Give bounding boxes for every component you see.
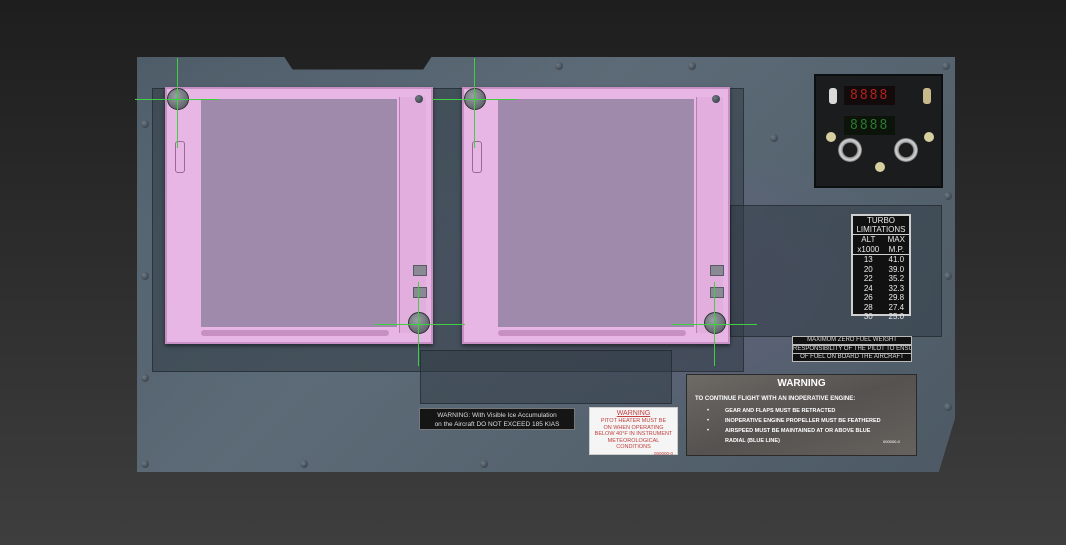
screw xyxy=(141,460,149,468)
right-mfd-button-1[interactable] xyxy=(710,265,724,276)
engine-warning-subtitle: TO CONTINUE FLIGHT WITH AN INOPERATIVE E… xyxy=(695,396,856,402)
indicator-light xyxy=(875,162,885,172)
screw xyxy=(300,460,308,468)
bullet: • xyxy=(707,428,710,434)
guide-line xyxy=(714,282,715,366)
pitot-title: WARNING xyxy=(616,410,651,417)
left-mfd[interactable] xyxy=(165,87,433,344)
screw xyxy=(944,192,952,200)
turbo-mp: 27.4 xyxy=(888,302,905,312)
engine-warning-title: WARNING xyxy=(777,378,826,389)
pitot-line: BELOW 40°F IN INSTRUMENT xyxy=(594,431,673,437)
toggle-switch-right[interactable] xyxy=(923,88,931,104)
indicator-light xyxy=(826,132,836,142)
screw xyxy=(942,62,950,70)
turbo-title: TURBO xyxy=(867,216,895,225)
fuel-placard-strip: OF FUEL ON BOARD THE AIRCRAFT xyxy=(792,353,912,362)
left-mfd-bottom-bar xyxy=(201,330,389,336)
turbo-mp: 32.3 xyxy=(888,283,905,293)
bottom-digital-readout: 8888 xyxy=(844,116,896,135)
engine-warning-placard: WARNING TO CONTINUE FLIGHT WITH AN INOPE… xyxy=(686,374,917,456)
engine-warning-code: 000000-0 xyxy=(883,439,900,444)
ice-warning-line2: on the Aircraft DO NOT EXCEED 185 KIAS xyxy=(434,421,560,428)
bullet: • xyxy=(707,418,710,424)
turbo-alt: 13 xyxy=(863,255,873,264)
guide-line xyxy=(375,324,465,325)
engine-warning-item: RADIAL (BLUE LINE) xyxy=(725,438,780,444)
screw xyxy=(141,120,149,128)
guide-line xyxy=(177,58,178,148)
screw xyxy=(555,62,563,70)
turbo-col2-head: MAX xyxy=(887,235,905,244)
indicator-light xyxy=(924,132,934,142)
left-mfd-button-1[interactable] xyxy=(413,265,427,276)
turbo-alt: 28 xyxy=(863,302,873,312)
mfd-mount-knob[interactable] xyxy=(704,312,726,334)
top-digital-readout: 8888 xyxy=(844,86,896,105)
mfd-mount-knob[interactable] xyxy=(408,312,430,334)
guide-line xyxy=(474,58,475,148)
fuel-placard-strip: MAXIMUM ZERO FUEL WEIGHT xyxy=(792,336,912,345)
screw xyxy=(944,272,952,280)
left-mfd-button-2[interactable] xyxy=(413,287,427,298)
right-mfd-bottom-bar xyxy=(498,330,686,336)
pitot-line: METEOROLOGICAL CONDITIONS xyxy=(607,437,660,451)
left-mfd-screen[interactable] xyxy=(201,99,397,327)
ice-warning-label: WARNING: With Visible Ice Accumulation o… xyxy=(419,408,575,430)
turbo-alt: 30 xyxy=(863,312,873,321)
screw xyxy=(688,62,696,70)
pitot-line: PITOT HEATER MUST BE xyxy=(600,418,667,424)
engine-warning-item: AIRSPEED MUST BE MAINTAINED AT OR ABOVE … xyxy=(725,428,871,434)
screw xyxy=(480,460,488,468)
digital-readout-module: 8888 8888 xyxy=(814,74,943,188)
turbo-subtitle: LIMITATIONS xyxy=(853,225,909,235)
left-mfd-corner-screw xyxy=(415,95,423,103)
turbo-mp: 35.2 xyxy=(888,274,905,283)
bullet: • xyxy=(707,408,710,414)
screw xyxy=(141,374,149,382)
turbo-col1-sub: x1000 xyxy=(857,244,880,254)
screw xyxy=(770,134,778,142)
turbo-table: ALT MAX x1000 M.P. 13 41.0 20 39.0 22 35.2 … xyxy=(853,235,909,322)
left-selector-knob[interactable] xyxy=(838,138,862,162)
right-selector-knob[interactable] xyxy=(894,138,918,162)
right-mfd-button-2[interactable] xyxy=(710,287,724,298)
screw xyxy=(141,272,149,280)
turbo-alt: 20 xyxy=(863,264,873,274)
ice-warning-line1: WARNING: With Visible Ice Accumulation xyxy=(437,412,557,419)
lower-recess xyxy=(420,350,672,404)
screw xyxy=(944,403,952,411)
pitot-heat-placard: WARNING PITOT HEATER MUST BE ON WHEN OPE… xyxy=(589,407,678,456)
turbo-mp: 25.0 xyxy=(888,312,905,321)
turbo-mp: 41.0 xyxy=(888,255,905,264)
right-mfd[interactable] xyxy=(462,87,730,344)
turbo-col1-head: ALT xyxy=(861,235,876,244)
turbo-mp: 29.8 xyxy=(888,293,905,302)
engine-warning-item: GEAR AND FLAPS MUST BE RETRACTED xyxy=(725,408,836,414)
right-mfd-corner-screw xyxy=(712,95,720,103)
turbo-col2-sub: M.P. xyxy=(888,244,905,254)
turbo-limitations-placard: TURBO LIMITATIONS ALT MAX x1000 M.P. 13 4… xyxy=(851,214,911,321)
guide-line xyxy=(418,282,419,366)
turbo-alt: 26 xyxy=(863,293,873,302)
turbo-mp: 39.0 xyxy=(888,264,905,274)
right-mfd-screen[interactable] xyxy=(498,99,694,327)
turbo-alt: 24 xyxy=(863,283,873,293)
engine-warning-item: INOPERATIVE ENGINE PROPELLER MUST BE FEA… xyxy=(725,418,881,424)
pitot-code: 000000-0 xyxy=(653,450,673,456)
turbo-alt: 22 xyxy=(863,274,873,283)
toggle-switch-left[interactable] xyxy=(829,88,837,104)
